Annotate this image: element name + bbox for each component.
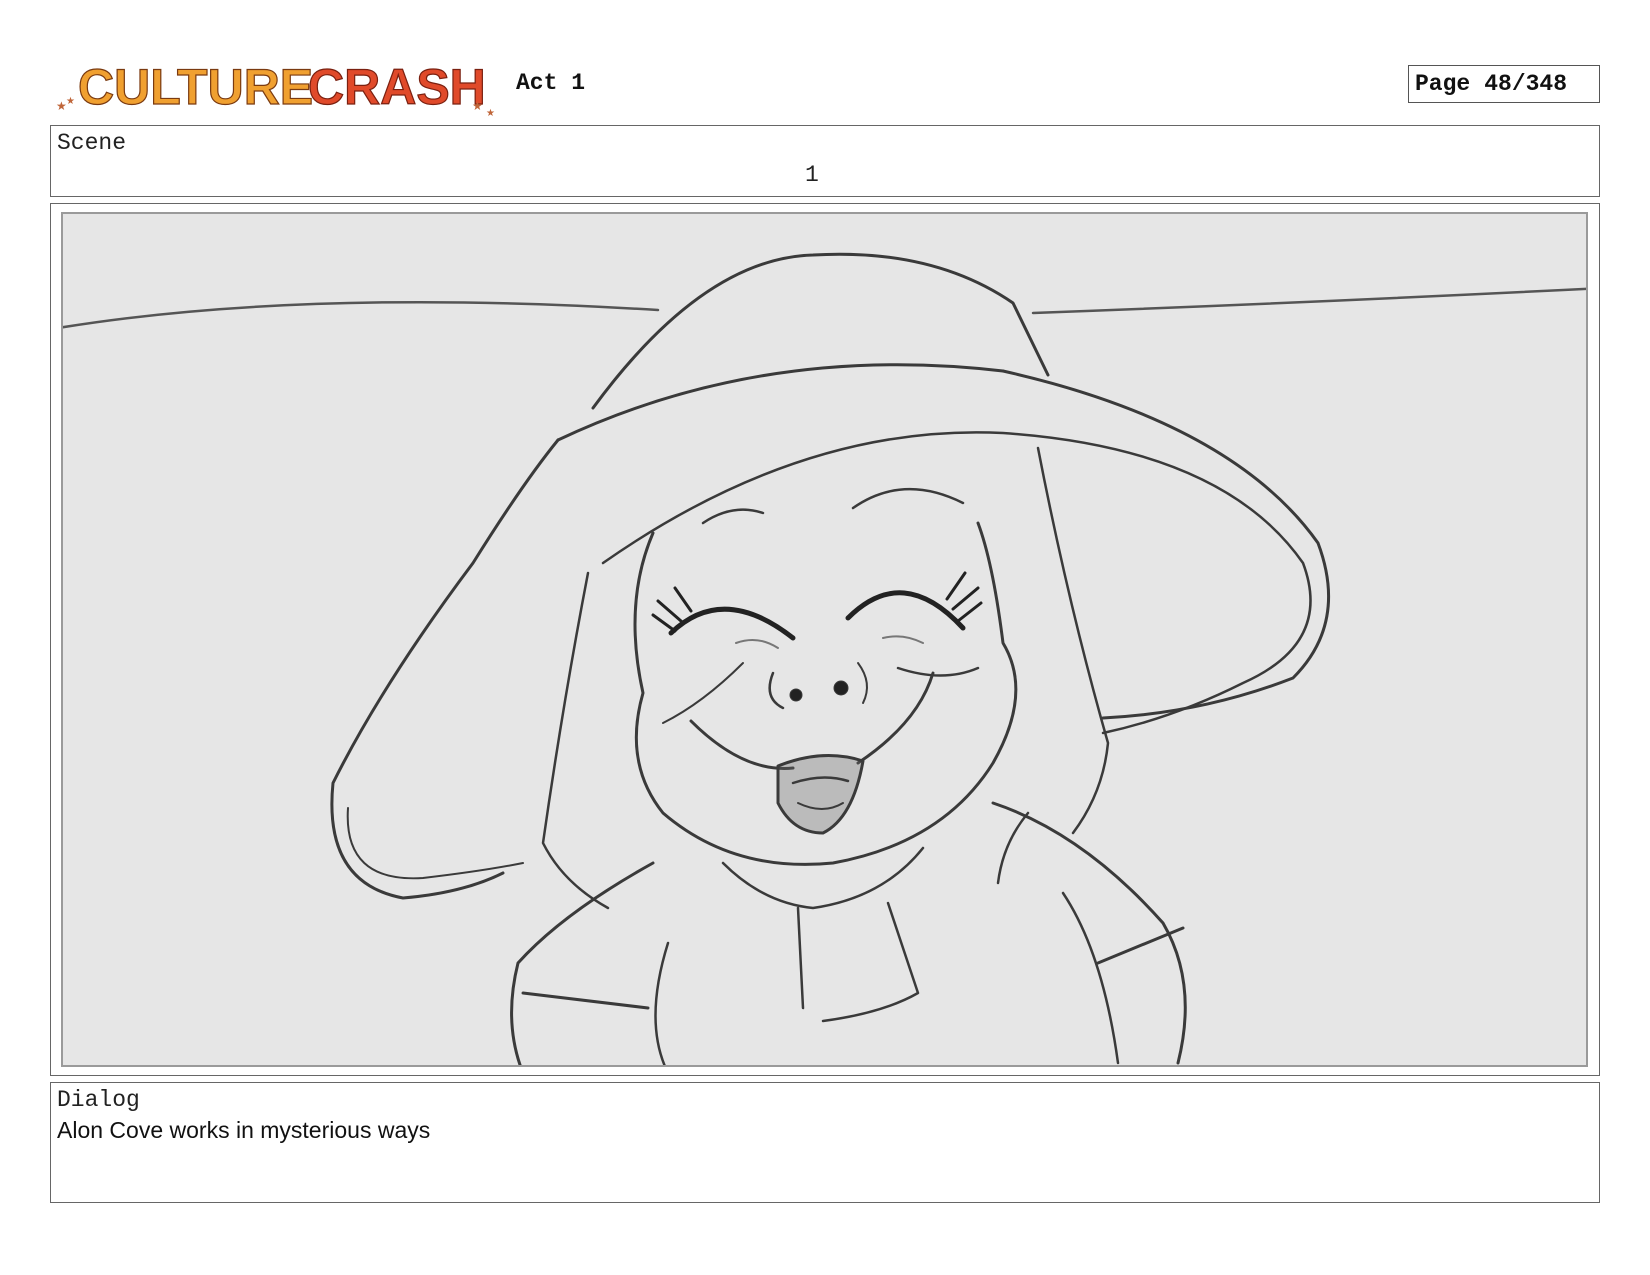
dialog-text: Alon Cove works in mysterious ways [57, 1117, 431, 1143]
scene-number: 1 [805, 162, 819, 188]
scene-label: Scene [57, 130, 127, 156]
svg-text:CRASH: CRASH [308, 59, 486, 115]
svg-text:★: ★ [486, 108, 495, 119]
page-label: Page [1415, 71, 1471, 97]
page-number: 48/348 [1484, 71, 1568, 97]
dialog-label: Dialog [57, 1087, 140, 1113]
svg-text:CULTURE: CULTURE [78, 59, 313, 115]
storyboard-sketch [61, 212, 1588, 1067]
culture-crash-logo: CULTURE CRASH ★ ★ ★ ★ [52, 48, 504, 120]
svg-text:★: ★ [66, 96, 75, 107]
page-indicator: Page 48/348 [1408, 65, 1600, 103]
svg-text:★: ★ [472, 99, 483, 113]
act-label: Act 1 [516, 70, 586, 96]
scene-field: Scene 1 [50, 125, 1600, 197]
storyboard-panel [50, 203, 1600, 1076]
dialog-field: Dialog Alon Cove works in mysterious way… [50, 1082, 1600, 1203]
